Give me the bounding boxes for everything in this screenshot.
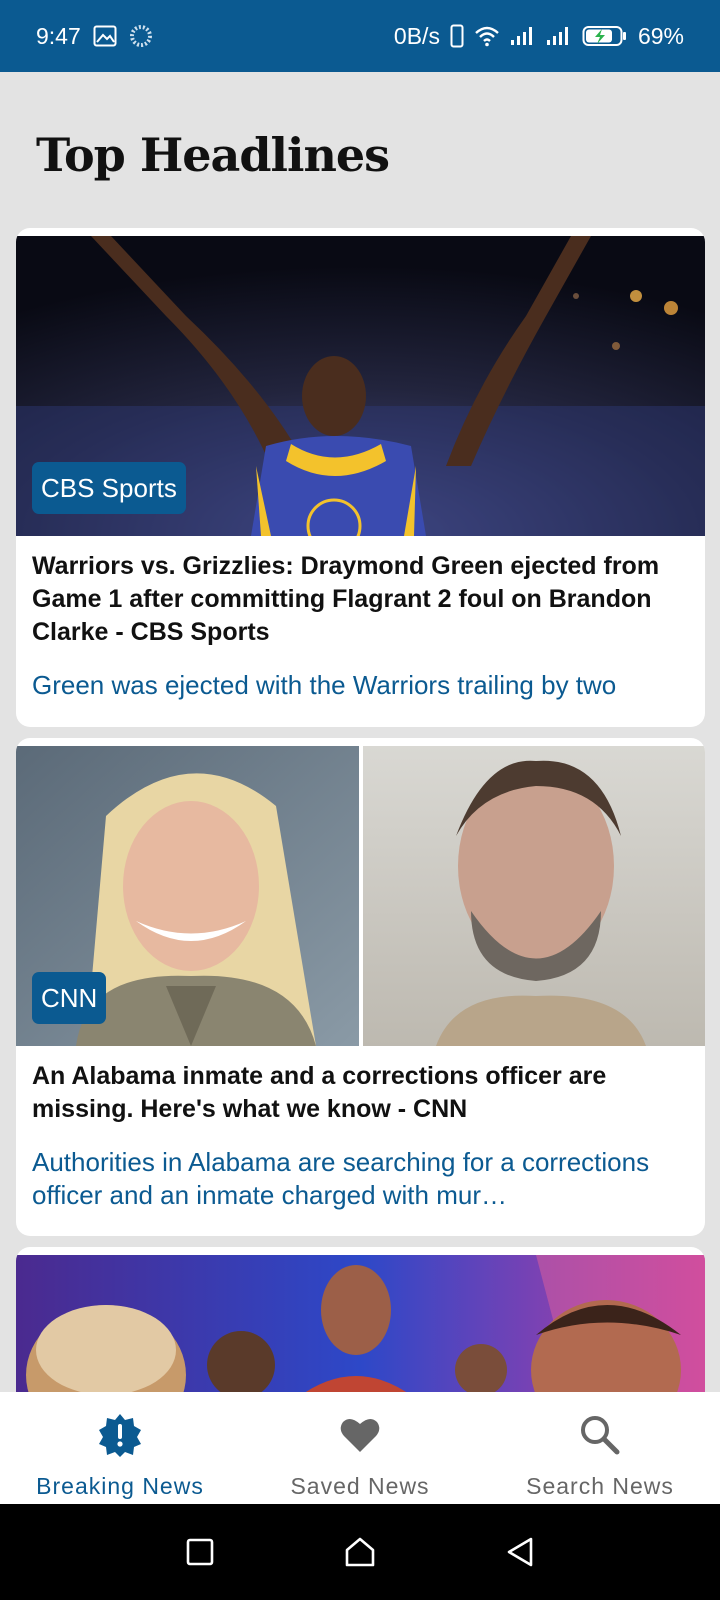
system-navigation-bar [0, 1504, 720, 1600]
article-title[interactable]: An Alabama inmate and a corrections offi… [16, 1046, 705, 1126]
signal-icon [510, 25, 536, 47]
nav-label: Saved News [290, 1473, 430, 1499]
article-card[interactable]: CNN An Alabama inmate and a corrections … [16, 738, 705, 1236]
nav-label: Search News [526, 1473, 674, 1499]
network-speed: 0B/s [393, 22, 440, 49]
article-description[interactable]: Authorities in Alabama are searching for… [32, 1146, 689, 1212]
loading-icon [129, 24, 153, 48]
search-icon [577, 1412, 623, 1463]
nav-search-news[interactable]: Search News [480, 1392, 720, 1504]
recents-button[interactable] [176, 1528, 224, 1576]
image-icon [93, 25, 117, 47]
nav-saved-news[interactable]: Saved News [240, 1392, 480, 1504]
article-image[interactable]: CBS Sports [16, 236, 705, 536]
status-time: 9:47 [36, 22, 81, 49]
heart-icon [337, 1412, 383, 1463]
article-card[interactable] [16, 1247, 705, 1407]
back-button[interactable] [496, 1528, 544, 1576]
article-title[interactable]: Warriors vs. Grizzlies: Draymond Green e… [16, 536, 705, 649]
battery-charging-icon [582, 25, 628, 47]
article-description-wrap: Authorities in Alabama are searching for… [16, 1126, 705, 1212]
battery-percent: 69% [637, 22, 684, 49]
source-badge: CNN [32, 972, 107, 1024]
article-image[interactable]: CNN [16, 746, 705, 1046]
nav-label: Breaking News [36, 1473, 204, 1499]
alert-badge-icon [97, 1412, 143, 1463]
wifi-icon [474, 25, 500, 47]
article-card[interactable]: CBS Sports Warriors vs. Grizzlies: Draym… [16, 228, 705, 727]
signal-icon [546, 25, 572, 47]
status-bar: 9:47 0B/s 69% [0, 0, 720, 72]
nav-breaking-news[interactable]: Breaking News [0, 1392, 240, 1504]
page-title: Top Headlines [36, 128, 390, 182]
article-image[interactable] [16, 1255, 705, 1407]
home-button[interactable] [336, 1528, 384, 1576]
phone-icon [450, 24, 464, 48]
bottom-navigation: Breaking News Saved News Search News [0, 1392, 720, 1504]
source-badge: CBS Sports [32, 462, 186, 514]
article-description[interactable]: Green was ejected with the Warriors trai… [16, 649, 705, 702]
